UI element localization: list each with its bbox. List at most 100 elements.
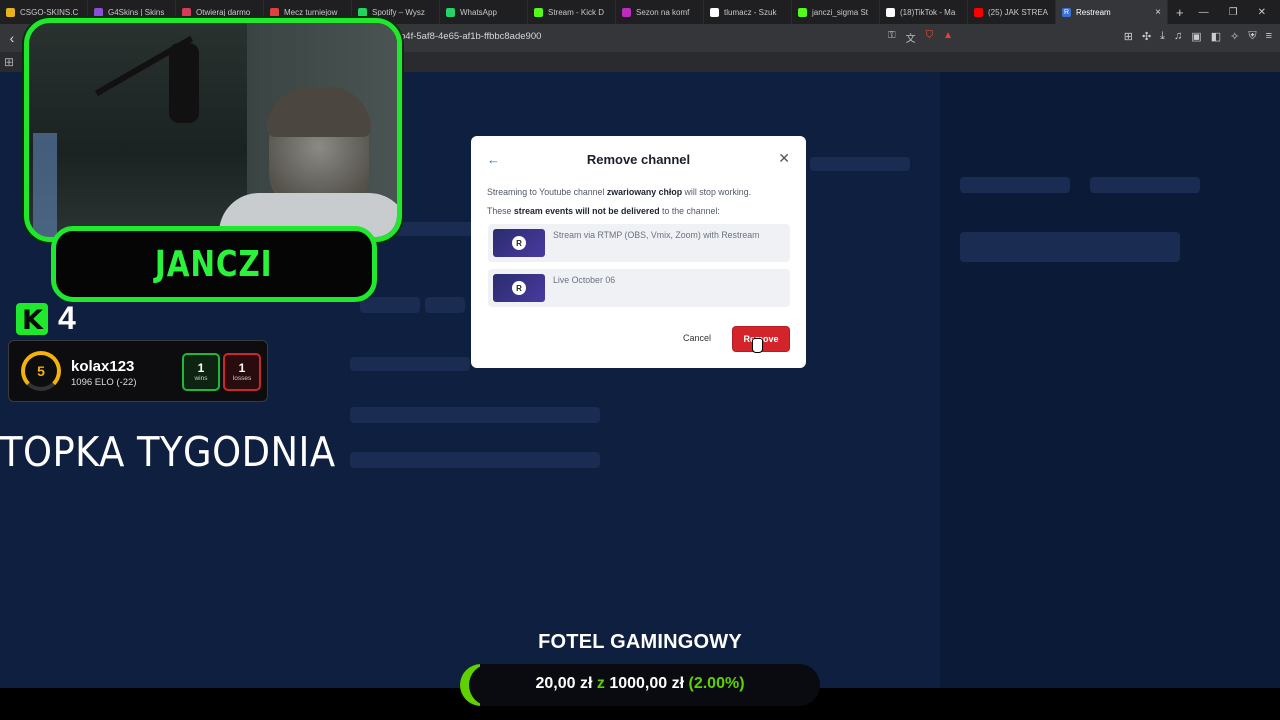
tab-favicon-icon xyxy=(534,7,543,17)
tab-label: Mecz turniejow xyxy=(284,7,338,17)
key-icon[interactable]: ⚿ xyxy=(888,30,896,45)
tab-favicon-icon xyxy=(358,7,367,17)
restream-icon: R xyxy=(1062,7,1071,17)
brave-shield-icon[interactable]: ⛉ xyxy=(926,30,934,45)
streamer-name: JANCZI xyxy=(155,243,273,285)
tab-favicon-icon xyxy=(446,7,455,17)
browser-tab[interactable]: Stream - Kick D xyxy=(528,0,616,24)
browser-tab[interactable]: Sezon na komf xyxy=(616,0,704,24)
wallet-icon[interactable]: ◧ xyxy=(1211,30,1221,43)
tab-label: Stream - Kick D xyxy=(548,7,605,17)
ghost-row xyxy=(960,232,1180,262)
restream-side-panel xyxy=(940,72,1280,688)
ghost-button xyxy=(960,177,1070,193)
goal-separator: z xyxy=(596,675,605,692)
event-label: Live October 06 xyxy=(553,275,616,285)
tab-label: CSGO-SKINS.C xyxy=(20,7,79,17)
webcam-feed xyxy=(24,18,402,242)
ghost-field xyxy=(350,407,600,423)
apps-grid-icon[interactable]: ⊞ xyxy=(4,55,14,69)
ghost-tab xyxy=(360,297,420,313)
channel-name: zwariowany chłop xyxy=(606,187,683,197)
wins-label: wins xyxy=(194,375,208,382)
tab-favicon-icon xyxy=(270,7,279,17)
sidebar-icon[interactable]: ▣ xyxy=(1191,30,1201,43)
ghost-button xyxy=(1090,177,1200,193)
browser-tab[interactable]: (25) JAK STREA xyxy=(968,0,1056,24)
ghost-heading xyxy=(810,157,910,171)
tab-label: G4Skins | Skins xyxy=(108,7,165,17)
event-label: Stream via RTMP (OBS, Vmix, Zoom) with R… xyxy=(553,230,760,240)
goal-target: 1000,00 zł xyxy=(609,675,685,692)
streamer-name-box: JANCZI xyxy=(51,226,377,302)
cancel-button[interactable]: Cancel xyxy=(683,333,711,343)
close-icon[interactable]: ✕ xyxy=(778,150,790,167)
ghost-tab xyxy=(425,297,465,313)
event-thumbnail: R xyxy=(493,274,545,302)
browser-tab[interactable]: (18)TikTok - Ma xyxy=(880,0,968,24)
kick-count: 4 xyxy=(58,300,76,336)
new-tab-button[interactable]: + xyxy=(1168,5,1192,20)
tab-label: janczi_sigma St xyxy=(812,7,869,17)
extension-icon[interactable]: ⊞ xyxy=(1124,30,1133,43)
puzzle-icon[interactable]: ✣ xyxy=(1142,30,1151,43)
translate-icon[interactable]: 文 xyxy=(906,30,916,45)
vpn-icon[interactable]: ⛨ xyxy=(1248,30,1256,43)
url-field[interactable]: b4f-5af8-4e65-af1b-ffbbc8ade900 xyxy=(400,31,541,42)
goal-percent: (2.00%) xyxy=(688,675,745,692)
menu-icon[interactable]: ≡ xyxy=(1266,30,1272,43)
microphone xyxy=(169,43,199,123)
tab-label: tlumacz - Szuk xyxy=(724,7,777,17)
tab-label: Otwieraj darmo xyxy=(196,7,251,17)
kick-logo-icon: K xyxy=(16,302,48,336)
losses-label: losses xyxy=(232,375,252,382)
tab-label: (25) JAK STREA xyxy=(988,7,1049,17)
goal-amount: 20,00 zł z 1000,00 zł (2.00%) xyxy=(460,675,820,693)
back-icon[interactable]: ‹ xyxy=(0,30,24,46)
tab-favicon-icon xyxy=(798,7,807,17)
event-thumbnail: R xyxy=(493,229,545,257)
tab-label: Spotify – Wysz xyxy=(372,7,425,17)
download-icon[interactable]: ⤓ xyxy=(1160,30,1165,43)
stream-event-item: R Stream via RTMP (OBS, Vmix, Zoom) with… xyxy=(488,224,790,262)
restore-icon[interactable]: ❐ xyxy=(1229,7,1238,18)
tab-favicon-icon xyxy=(94,7,103,17)
leo-icon[interactable]: ✧ xyxy=(1230,30,1239,43)
ghost-field xyxy=(350,452,600,468)
modal-description: Streaming to Youtube channel zwariowany … xyxy=(487,187,752,216)
music-icon[interactable]: ♫ xyxy=(1174,30,1182,43)
tab-label: Restream xyxy=(1076,7,1111,17)
faceit-elo-widget: 5 kolax123 1096 ELO (-22) 1 wins 1 losse… xyxy=(8,340,268,402)
topka-tygodnia-text: TOPKA TYGODNIA xyxy=(0,428,336,476)
window-close-icon[interactable]: ✕ xyxy=(1258,7,1266,18)
faceit-username: kolax123 xyxy=(71,358,135,375)
losses-box: 1 losses xyxy=(223,353,261,391)
faceit-level-badge: 5 xyxy=(21,351,61,391)
tab-favicon-icon xyxy=(886,7,895,17)
tab-favicon-icon xyxy=(622,7,631,17)
wins-count: 1 xyxy=(197,361,205,375)
goal-title: FOTEL GAMINGOWY xyxy=(538,631,742,653)
tab-restream[interactable]: R Restream × xyxy=(1056,0,1168,24)
kick-followers: K 4 xyxy=(16,300,76,337)
faceit-elo: 1096 ELO (-22) xyxy=(71,377,137,388)
rewards-icon[interactable]: ▲ xyxy=(943,30,953,45)
browser-tab[interactable]: WhatsApp xyxy=(440,0,528,24)
tab-label: WhatsApp xyxy=(460,7,497,17)
browser-tab[interactable]: janczi_sigma St xyxy=(792,0,880,24)
tab-label: Sezon na komf xyxy=(636,7,690,17)
ghost-field xyxy=(350,357,470,371)
goal-current: 20,00 zł xyxy=(535,675,593,692)
restream-logo-icon: R xyxy=(512,281,526,295)
minimize-icon[interactable]: — xyxy=(1199,7,1209,18)
screen: CSGO-SKINS.C G4Skins | Skins Otwieraj darm… xyxy=(0,0,1280,720)
modal-title: Remove channel xyxy=(586,152,691,167)
tab-favicon-icon xyxy=(182,7,191,17)
wins-box: 1 wins xyxy=(182,353,220,391)
losses-count: 1 xyxy=(238,361,246,375)
restream-logo-icon: R xyxy=(512,236,526,250)
browser-tab[interactable]: tlumacz - Szuk xyxy=(704,0,792,24)
tab-favicon-icon xyxy=(710,7,719,17)
tab-favicon-icon xyxy=(974,7,983,17)
close-tab-icon[interactable]: × xyxy=(1155,7,1161,18)
